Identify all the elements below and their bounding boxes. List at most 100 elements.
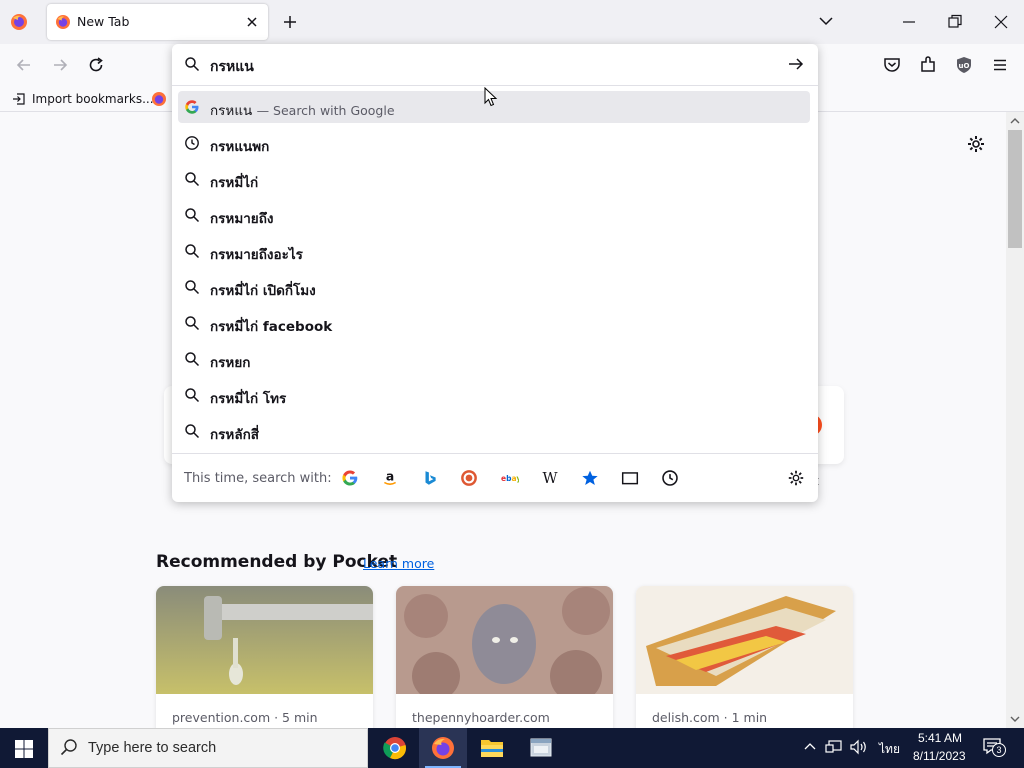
windows-start-icon[interactable] xyxy=(14,739,34,759)
faucet-image xyxy=(156,586,373,694)
mouse-cursor-icon xyxy=(484,87,498,107)
go-arrow-icon[interactable] xyxy=(787,55,805,73)
clock-date[interactable]: 8/11/2023 xyxy=(913,749,966,763)
window-restore-icon[interactable] xyxy=(946,13,964,31)
taskbar-search-placeholder: Type here to search xyxy=(88,740,217,756)
wikipedia-icon[interactable]: W xyxy=(541,469,559,487)
pocket-icon[interactable] xyxy=(882,55,902,75)
firefox-bookmark-icon[interactable] xyxy=(151,91,167,107)
taskbar-firefox-button[interactable] xyxy=(419,728,467,768)
suggestion-text: กรหมี่ไก่ xyxy=(210,175,259,191)
window-close-icon[interactable] xyxy=(992,13,1010,31)
firefox-icon xyxy=(56,15,70,29)
search-icon xyxy=(185,316,200,331)
amazon-icon[interactable]: a xyxy=(381,469,399,487)
taskbar-file-explorer-button[interactable] xyxy=(468,728,516,768)
suggestion-row[interactable]: กรหมี่ไก่ โทร xyxy=(178,379,810,411)
menu-hamburger-icon[interactable] xyxy=(990,55,1010,75)
import-bookmarks-label: Import bookmarks... xyxy=(32,92,154,106)
pocket-card[interactable]: thepennyhoarder.com xyxy=(396,586,613,736)
new-tab-plus-icon[interactable] xyxy=(280,12,300,32)
suggestion-text: กรหแนพก xyxy=(210,139,270,155)
input-language-indicator[interactable]: ไทย xyxy=(879,740,900,759)
personalize-gear-icon[interactable] xyxy=(966,134,986,154)
tab-new-tab[interactable]: New Tab xyxy=(47,4,268,40)
search-icon xyxy=(185,208,200,223)
import-icon xyxy=(13,93,25,105)
bookmarks-star-icon[interactable] xyxy=(581,469,599,487)
search-settings-gear-icon[interactable] xyxy=(787,469,805,487)
suggestion-row[interactable]: กรหยก xyxy=(178,343,810,375)
history-icon[interactable] xyxy=(661,469,679,487)
pocket-learn-more-link[interactable]: Learn more xyxy=(363,556,434,571)
taskbar-app-button[interactable] xyxy=(517,728,565,768)
scrollbar-thumb[interactable] xyxy=(1008,130,1022,248)
sandwich-image xyxy=(636,586,853,694)
google-icon xyxy=(185,100,199,114)
ublock-origin-icon[interactable]: uO xyxy=(954,55,974,75)
suggestion-text: กรหมี่ไก่ facebook xyxy=(210,319,333,335)
close-tab-icon[interactable] xyxy=(244,14,260,30)
show-hidden-icons-chevron-icon[interactable] xyxy=(803,740,817,754)
search-icon xyxy=(185,57,200,72)
scroll-up-arrow-icon[interactable] xyxy=(1010,116,1020,126)
suggestion-row[interactable]: กรหมี่ไก่ facebook xyxy=(178,307,810,339)
pocket-card[interactable]: prevention.com · 5 min xyxy=(156,586,373,736)
extensions-icon[interactable] xyxy=(918,55,938,75)
suggestion-text: กรหมายถึง xyxy=(210,211,274,227)
svg-text:ebay: ebay xyxy=(501,474,519,483)
notification-count-badge: 3 xyxy=(992,743,1006,757)
one-off-divider xyxy=(172,453,818,454)
pocket-heading: Recommended by Pocket xyxy=(156,552,398,572)
suggestion-text: กรหมายถึงอะไร xyxy=(210,247,303,263)
suggestion-row[interactable]: กรหมี่ไก่ เปิดกี่โมง xyxy=(178,271,810,303)
svg-text:uO: uO xyxy=(959,62,970,70)
chrome-icon xyxy=(383,737,406,760)
bing-icon[interactable] xyxy=(421,469,439,487)
search-icon xyxy=(185,388,200,403)
svg-text:W: W xyxy=(542,470,557,487)
stressed-person-illustration-image xyxy=(396,586,613,694)
window-app-icon xyxy=(530,738,552,757)
scroll-down-arrow-icon[interactable] xyxy=(1010,714,1020,724)
window-minimize-icon[interactable] xyxy=(900,14,918,30)
suggestion-text: กรหแน — Search with Google xyxy=(210,103,395,119)
volume-icon[interactable] xyxy=(849,739,869,755)
firefox-icon xyxy=(432,737,454,759)
suggestion-row[interactable]: กรหมายถึงอะไร xyxy=(178,235,810,267)
pocket-card-source: delish.com · 1 min xyxy=(652,710,768,725)
url-input[interactable]: กรหแน xyxy=(210,56,254,78)
suggestion-text: กรหมี่ไก่ โทร xyxy=(210,391,287,407)
history-icon xyxy=(185,136,199,150)
pocket-card-source: prevention.com · 5 min xyxy=(172,710,318,725)
action-center-button[interactable]: 3 xyxy=(982,737,1006,759)
suggestion-row[interactable]: กรหแนพก xyxy=(178,127,810,159)
forward-arrow-icon[interactable] xyxy=(50,55,70,75)
one-off-label: This time, search with: xyxy=(184,471,332,486)
clock-time[interactable]: 5:41 AM xyxy=(918,731,962,745)
reload-icon[interactable] xyxy=(86,55,106,75)
suggestion-text: กรหลักสี่ xyxy=(210,427,260,443)
url-divider xyxy=(172,85,818,86)
pocket-card[interactable]: delish.com · 1 min xyxy=(636,586,853,736)
back-arrow-icon[interactable] xyxy=(14,55,34,75)
taskbar-chrome-button[interactable] xyxy=(371,728,419,768)
search-icon xyxy=(185,244,200,259)
suggestion-row[interactable]: กรหมี่ไก่ xyxy=(178,163,810,195)
tab-title: New Tab xyxy=(77,14,130,29)
search-icon xyxy=(185,424,200,439)
google-icon[interactable] xyxy=(341,469,359,487)
tabs-icon[interactable] xyxy=(621,469,639,487)
suggestion-text: กรหยก xyxy=(210,355,251,371)
network-icon[interactable] xyxy=(825,739,843,755)
suggestion-row[interactable]: กรหลักสี่ xyxy=(178,415,810,447)
suggestion-text: กรหมี่ไก่ เปิดกี่โมง xyxy=(210,283,316,299)
suggestion-row[interactable]: กรหมายถึง xyxy=(178,199,810,231)
firefox-view-icon[interactable] xyxy=(9,12,29,32)
ebay-icon[interactable]: ebay xyxy=(501,469,519,487)
duckduckgo-icon[interactable] xyxy=(460,469,478,487)
list-all-tabs-chevron-icon[interactable] xyxy=(817,12,835,30)
search-icon xyxy=(185,352,200,367)
folder-icon xyxy=(481,740,503,757)
import-bookmarks-button[interactable]: Import bookmarks... xyxy=(12,91,154,107)
